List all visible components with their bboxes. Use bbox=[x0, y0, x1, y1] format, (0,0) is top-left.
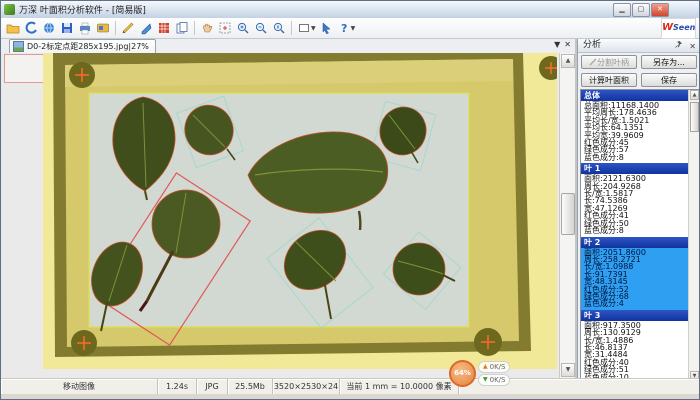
section-header[interactable]: 总体 bbox=[581, 90, 698, 101]
canvas-vertical-scrollbar[interactable]: ▲ ▼ bbox=[559, 53, 575, 378]
rect-select-dropdown-icon[interactable]: ▼ bbox=[311, 25, 316, 32]
download-arrow-icon: ▼ bbox=[483, 375, 488, 385]
analysis-panel: 分析 ✕ 分割叶柄 另存为... 计算叶面积 保存 总体总面积:11168.14… bbox=[577, 39, 700, 378]
scroll-up-icon[interactable]: ▲ bbox=[690, 90, 699, 100]
status-format: JPG bbox=[197, 379, 228, 395]
stat-row: 蓝色成分:4 bbox=[584, 300, 698, 307]
scrollbar-thumb[interactable] bbox=[561, 193, 575, 235]
download-speed: 0K/S bbox=[490, 375, 506, 385]
tab-close-icon[interactable]: ✕ bbox=[564, 40, 571, 49]
brand-logo: WSeen bbox=[661, 18, 696, 39]
status-dimensions: 3520×2530×24 bbox=[273, 379, 340, 395]
image-file-icon bbox=[13, 41, 24, 52]
toolbar-separator bbox=[115, 21, 116, 35]
app-icon bbox=[4, 4, 15, 15]
fit-view-icon[interactable] bbox=[216, 19, 234, 37]
window-title: 万深 叶面积分析软件 - [简易版] bbox=[19, 3, 146, 16]
pointer-icon[interactable] bbox=[317, 19, 335, 37]
calc-leaf-area-button[interactable]: 计算叶面积 bbox=[581, 73, 637, 87]
calibration-marker-bottom-left bbox=[71, 330, 97, 356]
document-tab-label: D0-2标定点距285x195.jpg|27% bbox=[27, 41, 149, 52]
roi-rectangle[interactable] bbox=[4, 54, 45, 83]
pan-hand-icon[interactable] bbox=[198, 19, 216, 37]
split-petiole-button[interactable]: 分割叶柄 bbox=[581, 55, 637, 69]
leaf-photo[interactable] bbox=[43, 53, 557, 369]
panel-title: 分析 bbox=[583, 40, 601, 50]
app-window: 万深 叶面积分析软件 - [简易版] ▁ ▢ ✕ ▼ ? ▼ WSeen bbox=[0, 0, 700, 400]
document-tab-strip: D0-2标定点距285x195.jpg|27% ▼ ✕ bbox=[1, 39, 575, 54]
scrollbar-thumb[interactable] bbox=[690, 102, 699, 132]
save-button[interactable]: 保存 bbox=[641, 73, 697, 87]
section-header[interactable]: 叶 3 bbox=[581, 310, 698, 321]
net-speed-widget[interactable]: 64% ▲0K/S ▼0K/S bbox=[449, 360, 510, 387]
status-filesize: 25.5Mb bbox=[228, 379, 273, 395]
status-scale: 当前 1 mm = 10.0000 像素 bbox=[340, 379, 459, 395]
svg-text:?: ? bbox=[341, 22, 347, 35]
calibration-marker-bottom-right bbox=[474, 328, 502, 356]
scroll-up-icon[interactable]: ▲ bbox=[561, 54, 575, 68]
status-time: 1.24s bbox=[158, 379, 197, 395]
leaf-stats-list[interactable]: 总体总面积:11168.1400平均周长:178.4636平均长/宽:1.502… bbox=[580, 89, 699, 382]
edit-pencil-icon[interactable] bbox=[119, 19, 137, 37]
minimize-button[interactable]: ▁ bbox=[613, 3, 631, 17]
title-bar: 万深 叶面积分析软件 - [简易版] ▁ ▢ ✕ bbox=[1, 1, 700, 19]
upload-speed: 0K/S bbox=[490, 362, 506, 372]
brand-logo-text: Seen bbox=[673, 23, 695, 32]
stat-row: 蓝色成分:8 bbox=[584, 154, 698, 161]
usage-percent-badge[interactable]: 64% bbox=[449, 360, 476, 387]
print-icon[interactable] bbox=[76, 19, 94, 37]
status-bar: 移动图像 1.24s JPG 25.5Mb 3520×2530×24 当前 1 … bbox=[1, 378, 700, 395]
copy-icon[interactable] bbox=[173, 19, 191, 37]
list-scrollbar[interactable]: ▲ ▼ bbox=[688, 90, 700, 381]
zoom-in-icon[interactable] bbox=[234, 19, 252, 37]
image-canvas[interactable]: ▲ ▼ bbox=[1, 53, 575, 378]
section-body: 总面积:11168.1400平均周长:178.4636平均长/宽:1.5021平… bbox=[581, 101, 698, 163]
camera-connect-icon[interactable] bbox=[22, 19, 40, 37]
batch-card-icon[interactable] bbox=[94, 19, 112, 37]
window-bottom-frame bbox=[1, 394, 700, 400]
upload-arrow-icon: ▲ bbox=[483, 362, 488, 372]
delete-grid-icon[interactable] bbox=[155, 19, 173, 37]
save-as-button[interactable]: 另存为... bbox=[641, 55, 697, 69]
section-body: 面积:2051.8600周长:258.2721长/宽:1.0988长:91.73… bbox=[581, 248, 698, 310]
zoom-out-icon[interactable] bbox=[252, 19, 270, 37]
maximize-button[interactable]: ▢ bbox=[632, 3, 650, 17]
toolbar-separator bbox=[291, 21, 292, 35]
stat-row: 蓝色成分:8 bbox=[584, 227, 698, 234]
status-mode: 移动图像 bbox=[1, 379, 158, 395]
section-header[interactable]: 叶 2 bbox=[581, 237, 698, 248]
scroll-down-icon[interactable]: ▼ bbox=[561, 363, 575, 377]
panel-header: 分析 ✕ bbox=[578, 39, 700, 53]
tab-list-dropdown-icon[interactable]: ▼ bbox=[554, 40, 560, 49]
open-image-icon[interactable] bbox=[4, 19, 22, 37]
section-header[interactable]: 叶 1 bbox=[581, 163, 698, 174]
pen-tool-icon[interactable] bbox=[137, 19, 155, 37]
zoom-actual-icon[interactable] bbox=[270, 19, 288, 37]
pin-icon[interactable] bbox=[674, 40, 683, 53]
document-tab[interactable]: D0-2标定点距285x195.jpg|27% bbox=[9, 39, 156, 53]
brand-logo-w: W bbox=[662, 22, 673, 33]
help-dropdown-icon[interactable]: ▼ bbox=[351, 25, 356, 32]
toolbar-separator bbox=[194, 21, 195, 35]
save-icon[interactable] bbox=[58, 19, 76, 37]
close-button[interactable]: ✕ bbox=[651, 3, 669, 17]
panel-close-icon[interactable]: ✕ bbox=[689, 40, 696, 53]
network-icon[interactable] bbox=[40, 19, 58, 37]
main-toolbar: ▼ ? ▼ bbox=[1, 18, 700, 39]
section-body: 面积:2121.6300周长:204.9268长/宽:1.5817长:74.53… bbox=[581, 174, 698, 236]
calibration-marker-top-left bbox=[69, 62, 95, 88]
section-body: 面积:917.3500周长:130.9129长/宽:1.4886长:46.813… bbox=[581, 321, 698, 382]
